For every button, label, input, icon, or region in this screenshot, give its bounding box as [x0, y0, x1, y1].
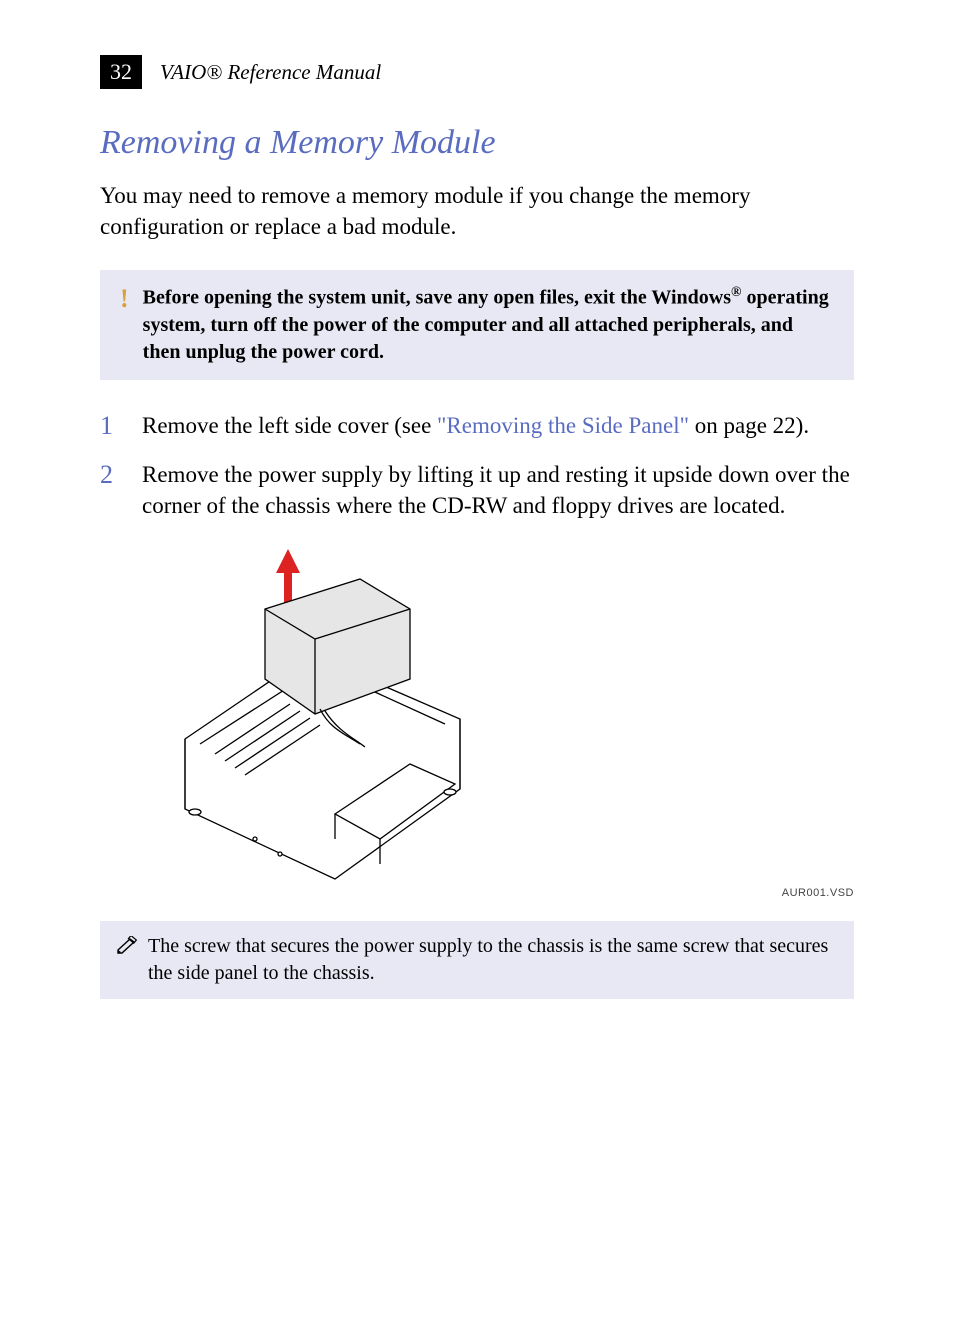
warning-text-before: Before opening the system unit, save any…	[143, 287, 731, 309]
running-header: 32 VAIO® Reference Manual	[100, 55, 854, 89]
figure: AUR001.VSD	[100, 539, 854, 899]
step-text: Remove the power supply by lifting it up…	[142, 462, 850, 518]
figure-caption: AUR001.VSD	[782, 887, 854, 899]
note-text: The screw that secures the power supply …	[148, 933, 838, 987]
step-1: 1 Remove the left side cover (see "Remov…	[100, 410, 854, 441]
section-heading: Removing a Memory Module	[100, 124, 854, 162]
running-title: VAIO® Reference Manual	[160, 60, 381, 85]
warning-sup: ®	[731, 285, 741, 300]
step-text-after-link: on page 22).	[689, 413, 809, 438]
page-number: 32	[110, 59, 132, 85]
step-body: Remove the left side cover (see "Removin…	[142, 410, 809, 441]
step-body: Remove the power supply by lifting it up…	[142, 459, 854, 521]
step-number: 2	[100, 459, 124, 521]
step-text-before-link: Remove the left side cover (see	[142, 413, 437, 438]
step-number: 1	[100, 410, 124, 441]
warning-icon: !	[120, 284, 129, 366]
lift-arrow-icon	[276, 549, 300, 607]
chassis-illustration	[160, 539, 480, 889]
intro-paragraph: You may need to remove a memory module i…	[100, 180, 854, 242]
document-page: 32 VAIO® Reference Manual Removing a Mem…	[0, 0, 954, 1340]
crossref-link[interactable]: "Removing the Side Panel"	[437, 413, 689, 438]
chassis-drawing-icon	[185, 579, 460, 879]
page-number-box: 32	[100, 55, 142, 89]
note-icon	[116, 933, 138, 987]
note-callout: The screw that secures the power supply …	[100, 921, 854, 999]
warning-callout: ! Before opening the system unit, save a…	[100, 270, 854, 380]
warning-text: Before opening the system unit, save any…	[143, 284, 834, 366]
steps-list: 1 Remove the left side cover (see "Remov…	[100, 410, 854, 521]
step-2: 2 Remove the power supply by lifting it …	[100, 459, 854, 521]
